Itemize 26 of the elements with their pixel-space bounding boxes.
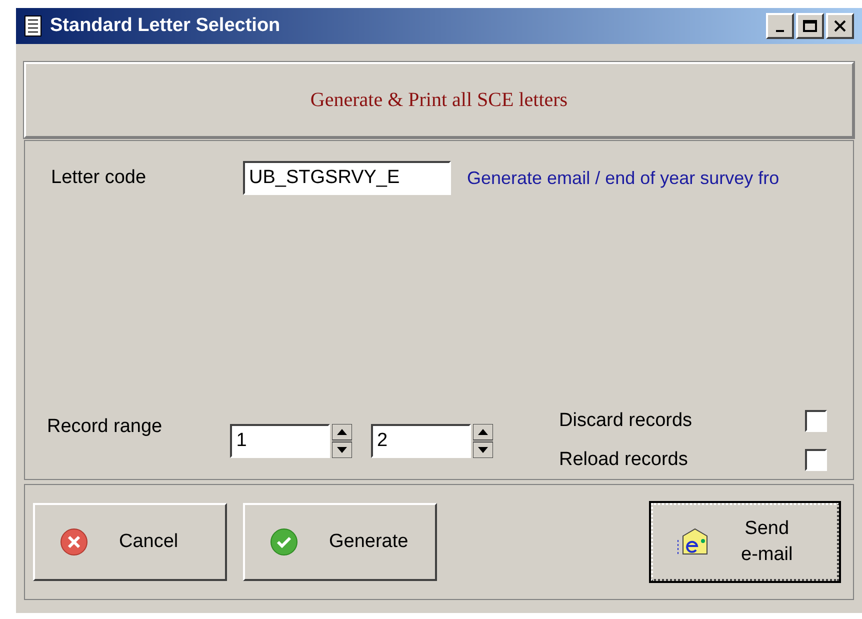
- maximize-icon: [803, 20, 817, 32]
- window-title: Standard Letter Selection: [50, 14, 282, 38]
- field-label: Record range: [47, 415, 164, 439]
- generate-button[interactable]: Generate: [243, 503, 437, 581]
- document-icon: [24, 15, 42, 37]
- close-button[interactable]: [826, 13, 854, 39]
- minimize-icon: [776, 30, 784, 32]
- minimize-button[interactable]: [766, 13, 794, 39]
- cancel-button[interactable]: Cancel: [33, 503, 227, 581]
- spinner-arrows-icon[interactable]: [473, 424, 493, 458]
- send-email-button[interactable]: Send e-mail: [651, 503, 839, 581]
- number-field[interactable]: 1: [230, 424, 330, 458]
- spinner-arrows-icon[interactable]: [332, 424, 352, 458]
- number-field[interactable]: 2: [371, 424, 471, 458]
- description-text: Generate email / end of year survey fro: [467, 166, 780, 190]
- heading-text: Generate & Print all SCE letters: [310, 88, 568, 113]
- option-label: Reload records: [559, 448, 688, 472]
- check-icon: [269, 527, 299, 557]
- checkbox[interactable]: [805, 448, 827, 471]
- field-label: Letter code: [51, 166, 148, 190]
- checkbox[interactable]: [805, 410, 827, 432]
- letter-code-field[interactable]: UB_STGSRVY_E: [243, 161, 451, 195]
- close-icon: [59, 527, 89, 557]
- option-label: Discard records: [559, 409, 692, 433]
- maximize-button[interactable]: [796, 13, 824, 39]
- close-icon: [833, 20, 847, 32]
